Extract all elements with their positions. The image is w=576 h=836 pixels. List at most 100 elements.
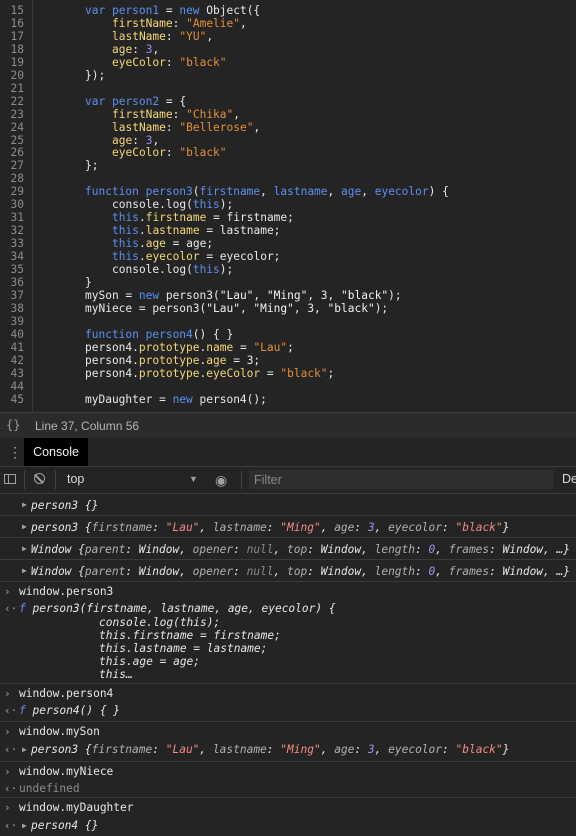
- console-evaluation[interactable]: › window.person3 ‹· f person3(firstname,…: [0, 582, 576, 684]
- code-text: myNiece = person3("Lau", "Ming", 3, "bla…: [85, 301, 389, 315]
- clear-console-icon[interactable]: [34, 473, 45, 484]
- live-expression-eye-icon[interactable]: ◉: [215, 472, 227, 489]
- code-text: console.log(this);: [112, 263, 234, 276]
- line-number[interactable]: 27: [0, 159, 24, 172]
- code-line[interactable]: 39: [0, 315, 576, 328]
- line-number[interactable]: 23: [0, 108, 24, 121]
- code-line[interactable]: 28: [0, 172, 576, 185]
- chevron-down-icon[interactable]: ▼: [189, 474, 198, 484]
- code-line[interactable]: 44: [0, 380, 576, 393]
- line-number[interactable]: 37: [0, 289, 24, 302]
- source-editor[interactable]: 15 var person1 = new Object({16 firstName:…: [0, 0, 576, 412]
- console-evaluation[interactable]: › window.myDaughter ‹· ▶ person4 {}: [0, 798, 576, 836]
- code-text: myDaughter = new person4();: [85, 392, 267, 406]
- line-number[interactable]: 28: [0, 172, 24, 185]
- line-number[interactable]: 19: [0, 56, 24, 69]
- line-number[interactable]: 42: [0, 354, 24, 367]
- code-line[interactable]: 40 function person4() { }: [0, 328, 576, 341]
- kebab-menu-icon[interactable]: ⋮: [8, 444, 22, 461]
- line-number[interactable]: 16: [0, 17, 24, 30]
- line-number[interactable]: 20: [0, 69, 24, 82]
- pretty-print-icon[interactable]: {}: [6, 418, 20, 432]
- context-selector[interactable]: top: [67, 472, 84, 486]
- line-number[interactable]: 41: [0, 341, 24, 354]
- line-number[interactable]: 26: [0, 146, 24, 159]
- code-line[interactable]: 34 this.eyecolor = eyecolor;: [0, 250, 576, 263]
- line-number[interactable]: 17: [0, 30, 24, 43]
- code-line[interactable]: 45 myDaughter = new person4();: [0, 393, 576, 406]
- code-line[interactable]: 33 this.age = age;: [0, 237, 576, 250]
- code-line[interactable]: 43 person4.prototype.eyeColor = "black";: [0, 367, 576, 380]
- expand-triangle-icon[interactable]: ▶: [22, 819, 27, 832]
- line-number[interactable]: 25: [0, 134, 24, 147]
- console-log-entry[interactable]: ▶ person3 {}: [0, 494, 576, 516]
- code-text: console.log(this);: [112, 198, 234, 212]
- line-number[interactable]: 39: [0, 315, 24, 328]
- expand-triangle-icon[interactable]: ▶: [22, 520, 27, 533]
- line-number[interactable]: 18: [0, 43, 24, 56]
- line-number[interactable]: 45: [0, 393, 24, 406]
- console-evaluation[interactable]: › window.mySon ‹· ▶ person3 {firstname: …: [0, 722, 576, 762]
- toolbar-divider: [55, 471, 56, 489]
- log-levels-dropdown[interactable]: De: [562, 472, 576, 486]
- line-number[interactable]: 36: [0, 276, 24, 289]
- expand-triangle-icon[interactable]: ▶: [22, 564, 27, 577]
- line-number[interactable]: 43: [0, 367, 24, 380]
- code-line[interactable]: 22 var person2 = {: [0, 95, 576, 108]
- code-line[interactable]: 17 lastName: "YU",: [0, 30, 576, 43]
- code-line[interactable]: 38 myNiece = person3("Lau", "Ming", 3, "b…: [0, 302, 576, 315]
- code-line[interactable]: 32 this.lastname = lastname;: [0, 224, 576, 237]
- line-number[interactable]: 34: [0, 250, 24, 263]
- line-number[interactable]: 35: [0, 263, 24, 276]
- line-number[interactable]: 31: [0, 211, 24, 224]
- line-number[interactable]: 24: [0, 121, 24, 134]
- console-log-entry[interactable]: ▶ Window {parent: Window, opener: null, …: [0, 538, 576, 560]
- code-line[interactable]: 29 function person3(firstname, lastname, …: [0, 185, 576, 198]
- line-number[interactable]: 32: [0, 224, 24, 237]
- code-line[interactable]: 24 lastName: "Bellerose",: [0, 121, 576, 134]
- line-number[interactable]: 44: [0, 380, 24, 393]
- line-number[interactable]: 21: [0, 82, 24, 95]
- result-chevron-icon: ‹·: [4, 704, 18, 717]
- line-number[interactable]: 22: [0, 95, 24, 108]
- code-line[interactable]: 27};: [0, 159, 576, 172]
- line-number[interactable]: 33: [0, 237, 24, 250]
- tab-console[interactable]: Console: [24, 438, 88, 466]
- console-evaluation[interactable]: › window.person4 ‹· f person4() { }: [0, 684, 576, 722]
- code-line[interactable]: 30 console.log(this);: [0, 198, 576, 211]
- filter-input[interactable]: [249, 470, 554, 489]
- code-line[interactable]: 16 firstName: "Amelie",: [0, 17, 576, 30]
- code-line[interactable]: 21: [0, 82, 576, 95]
- code-text: eyeColor: "black": [112, 55, 227, 69]
- line-number[interactable]: 15: [0, 4, 24, 17]
- expand-triangle-icon[interactable]: ▶: [22, 743, 27, 756]
- code-line[interactable]: 26 eyeColor: "black": [0, 146, 576, 159]
- line-number[interactable]: 30: [0, 198, 24, 211]
- code-line[interactable]: 23 firstName: "Chika",: [0, 108, 576, 121]
- code-line[interactable]: 41 person4.prototype.name = "Lau";: [0, 341, 576, 354]
- line-number[interactable]: 38: [0, 302, 24, 315]
- code-line[interactable]: 25 age: 3,: [0, 134, 576, 147]
- code-line[interactable]: 31 this.firstname = firstname;: [0, 211, 576, 224]
- line-number[interactable]: 40: [0, 328, 24, 341]
- code-line[interactable]: 35 console.log(this);: [0, 263, 576, 276]
- console-evaluation[interactable]: › window.myNiece ‹· undefined: [0, 762, 576, 798]
- code-line[interactable]: 15 var person1 = new Object({: [0, 4, 576, 17]
- function-signature[interactable]: f person4() { }: [19, 704, 120, 717]
- code-line[interactable]: 20});: [0, 69, 576, 82]
- code-line[interactable]: 19 eyeColor: "black": [0, 56, 576, 69]
- expand-triangle-icon[interactable]: ▶: [22, 542, 27, 555]
- line-number[interactable]: 29: [0, 185, 24, 198]
- code-line[interactable]: 18 age: 3,: [0, 43, 576, 56]
- code-line[interactable]: 42 person4.prototype.age = 3;: [0, 354, 576, 367]
- code-line[interactable]: 36}: [0, 276, 576, 289]
- console-log-entry[interactable]: ▶ Window {parent: Window, opener: null, …: [0, 560, 576, 582]
- expand-triangle-icon[interactable]: ▶: [22, 498, 27, 511]
- console-log-entry[interactable]: ▶ person3 {firstname: "Lau", lastname: "…: [0, 516, 576, 538]
- show-sidebar-icon[interactable]: [4, 474, 16, 484]
- code-line[interactable]: 37 mySon = new person3("Lau", "Ming", 3, …: [0, 289, 576, 302]
- function-body-line: this.firstname = firstname;: [99, 629, 281, 642]
- function-signature[interactable]: f person3(firstname, lastname, age, eyec…: [19, 602, 336, 615]
- console-input-text: window.myDaughter: [19, 801, 134, 814]
- console-output[interactable]: ▶ person3 {} ▶ person3 {firstname: "Lau"…: [0, 494, 576, 836]
